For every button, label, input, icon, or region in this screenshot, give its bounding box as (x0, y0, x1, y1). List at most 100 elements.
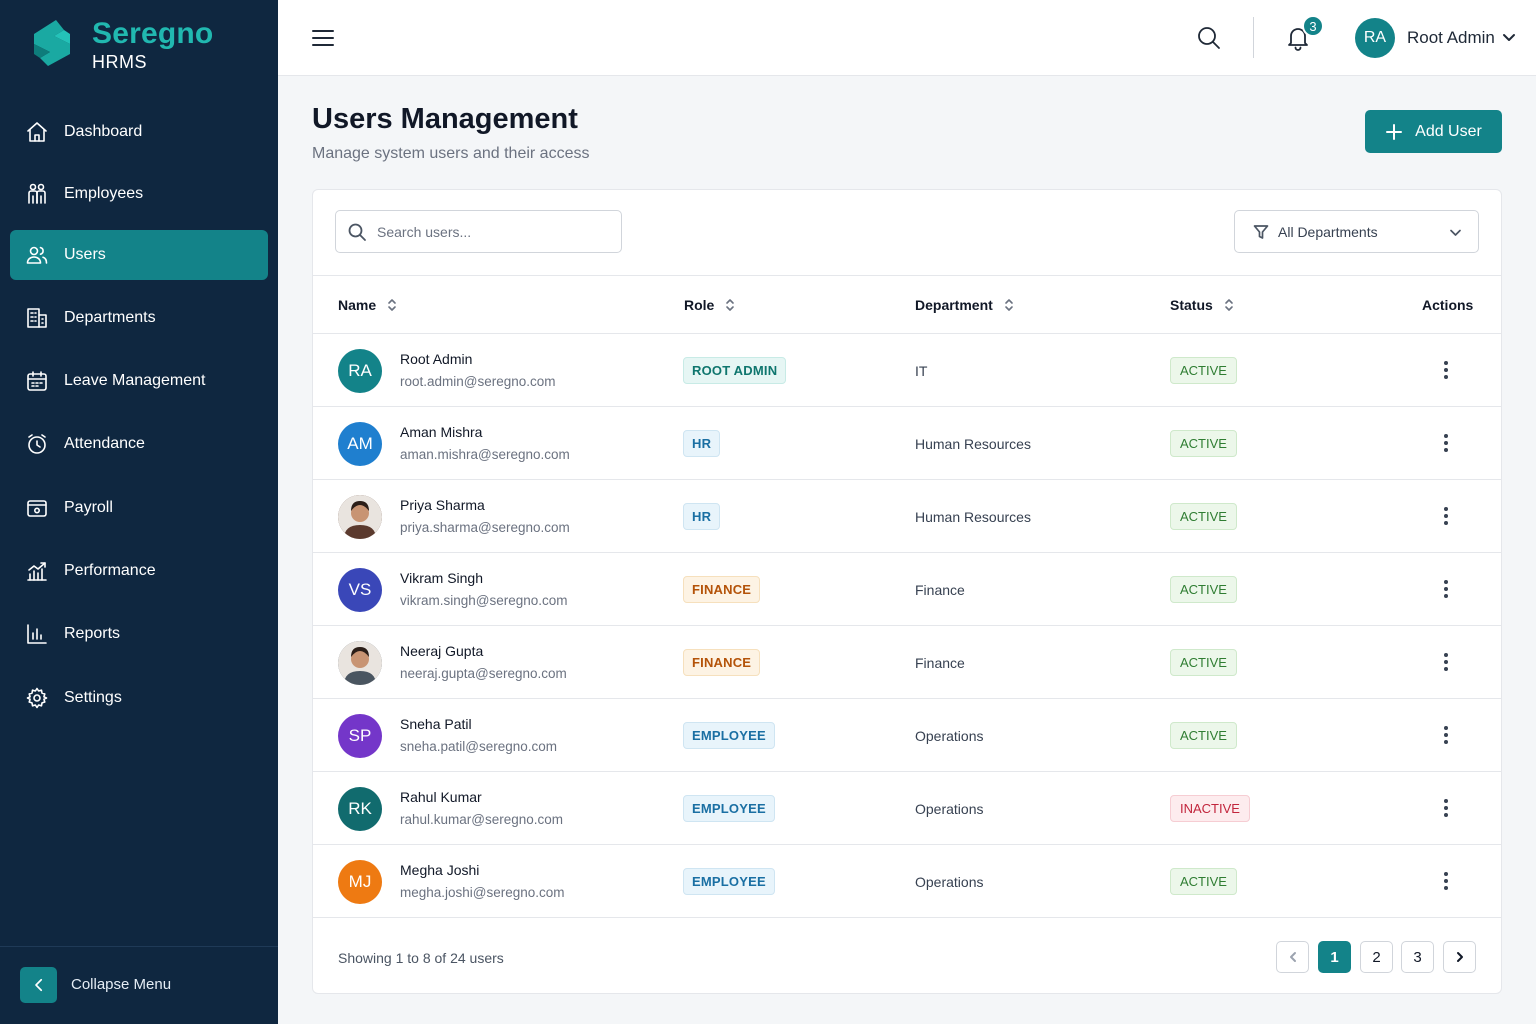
department-cell: Operations (915, 728, 984, 744)
search-button[interactable] (1196, 25, 1222, 51)
more-vertical-icon (1444, 507, 1448, 511)
table-row[interactable]: VS Vikram Singh vikram.singh@seregno.com FI… (313, 553, 1501, 626)
department-cell: Operations (915, 801, 984, 817)
table-row[interactable]: Neeraj Gupta neeraj.gupta@seregno.com FINA… (313, 626, 1501, 699)
user-name: Megha Joshi (400, 862, 480, 878)
user-name: Aman Mishra (400, 424, 483, 440)
avatar: AM (338, 422, 382, 466)
table-row[interactable]: RK Rahul Kumar rahul.kumar@seregno.com EMPL… (313, 772, 1501, 845)
sidebar-item-reports[interactable]: Reports (10, 609, 268, 659)
row-actions-button[interactable] (1437, 358, 1455, 382)
row-actions-button[interactable] (1437, 796, 1455, 820)
user-menu-toggle[interactable] (1502, 30, 1516, 44)
collapse-menu-button[interactable] (20, 967, 57, 1003)
role-badge: ROOT ADMIN (683, 357, 787, 384)
sidebar-item-users[interactable]: Users (10, 230, 268, 280)
collapse-menu: Collapse Menu (0, 946, 278, 1024)
sidebar-item-leave-management[interactable]: Leave Management (10, 356, 268, 406)
more-vertical-icon (1444, 872, 1448, 876)
search-icon (1198, 27, 1220, 49)
row-actions-button[interactable] (1437, 577, 1455, 601)
user-name: Root Admin (400, 351, 473, 367)
menu-toggle-button[interactable] (310, 26, 336, 50)
role-badge: FINANCE (683, 649, 761, 676)
sidebar-item-label: Users (64, 246, 106, 263)
add-user-button[interactable]: Add User (1365, 110, 1502, 153)
page-title: Users Management (312, 103, 578, 135)
table-row[interactable]: MJ Megha Joshi megha.joshi@seregno.com EMPL… (313, 845, 1501, 918)
department-filter-select[interactable]: All Departments (1234, 210, 1479, 253)
sort-icon (388, 299, 396, 311)
clock-icon (24, 431, 50, 457)
user-email: vikram.singh@seregno.com (400, 593, 568, 608)
user-avatar[interactable]: RA (1355, 18, 1395, 58)
sidebar-item-employees[interactable]: Employees (10, 169, 268, 219)
more-vertical-icon (1444, 806, 1448, 810)
chevron-down-icon (1503, 34, 1515, 41)
collapse-menu-label[interactable]: Collapse Menu (71, 976, 171, 993)
seregno-logo-icon (34, 20, 70, 66)
column-header-department[interactable]: Department (915, 297, 1015, 313)
pagination-next-button[interactable] (1443, 941, 1476, 973)
column-header-name[interactable]: Name (338, 297, 398, 313)
search-input[interactable] (377, 223, 607, 240)
user-photo-icon (338, 495, 382, 539)
role-badge: HR (683, 430, 721, 457)
row-actions-button[interactable] (1437, 504, 1455, 528)
status-badge: ACTIVE (1170, 357, 1237, 384)
table-row[interactable]: Priya Sharma priya.sharma@seregno.com HR Hu… (313, 480, 1501, 553)
row-actions-button[interactable] (1437, 650, 1455, 674)
sidebar-item-settings[interactable]: Settings (10, 673, 268, 723)
users-table-card: All Departments Name Role Department Sta… (312, 189, 1502, 994)
pagination-page-3[interactable]: 3 (1401, 941, 1434, 973)
user-name: Sneha Patil (400, 716, 472, 732)
chevron-left-icon (34, 978, 42, 992)
table-row[interactable]: RA Root Admin root.admin@seregno.com ROOT A… (313, 334, 1501, 407)
sidebar-item-attendance[interactable]: Attendance (10, 419, 268, 469)
calendar-icon (24, 368, 50, 394)
page-subtitle: Manage system users and their access (312, 145, 590, 162)
brand[interactable]: Seregno HRMS (26, 16, 213, 74)
sidebar-item-performance[interactable]: Performance (10, 546, 268, 596)
table-row[interactable]: SP Sneha Patil sneha.patil@seregno.com EMPL… (313, 699, 1501, 772)
user-name[interactable]: Root Admin (1407, 28, 1495, 48)
avatar: RA (338, 349, 382, 393)
row-actions-button[interactable] (1437, 431, 1455, 455)
user-name: Rahul Kumar (400, 789, 482, 805)
user-email: priya.sharma@seregno.com (400, 520, 570, 535)
status-badge: INACTIVE (1170, 795, 1250, 822)
user-email: aman.mishra@seregno.com (400, 447, 570, 462)
more-vertical-icon (1444, 521, 1448, 525)
table-header: Name Role Department Status Actions (313, 275, 1501, 334)
table-row[interactable]: AM Aman Mishra aman.mishra@seregno.com HR Hu… (313, 407, 1501, 480)
hamburger-icon (312, 30, 334, 46)
more-vertical-icon (1444, 660, 1448, 664)
pagination-page-1[interactable]: 1 (1318, 941, 1351, 973)
more-vertical-icon (1444, 813, 1448, 817)
more-vertical-icon (1444, 375, 1448, 379)
sidebar-item-payroll[interactable]: Payroll (10, 483, 268, 533)
search-field[interactable] (335, 210, 622, 253)
column-header-status[interactable]: Status (1170, 297, 1235, 313)
sidebar-item-departments[interactable]: Departments (10, 293, 268, 343)
pagination-page-2[interactable]: 2 (1360, 941, 1393, 973)
row-actions-button[interactable] (1437, 723, 1455, 747)
department-cell: Human Resources (915, 436, 1031, 452)
avatar (338, 641, 382, 685)
sidebar-item-dashboard[interactable]: Dashboard (10, 107, 268, 157)
row-actions-button[interactable] (1437, 869, 1455, 893)
topbar-divider (1253, 17, 1254, 58)
avatar: MJ (338, 860, 382, 904)
avatar: RK (338, 787, 382, 831)
more-vertical-icon (1444, 448, 1448, 452)
topbar: 3 RA Root Admin (278, 0, 1536, 76)
brand-subtitle: HRMS (92, 52, 147, 72)
users-icon (24, 242, 50, 268)
reports-icon (24, 621, 50, 647)
column-header-label: Actions (1422, 297, 1474, 313)
column-header-role[interactable]: Role (684, 297, 736, 313)
sidebar: Seregno HRMS Dashboard Employees Users D… (0, 0, 278, 1024)
pagination-prev-button[interactable] (1276, 941, 1309, 973)
avatar (338, 495, 382, 539)
sidebar-item-label: Reports (64, 625, 121, 642)
